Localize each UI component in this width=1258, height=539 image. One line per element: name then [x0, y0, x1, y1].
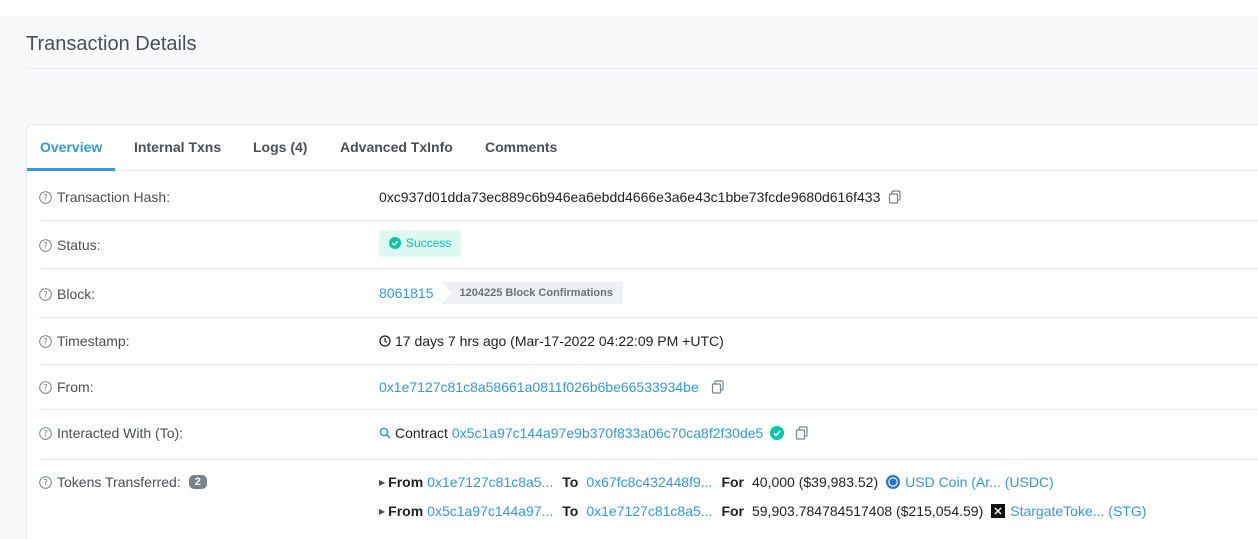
- tab-internal-txns[interactable]: Internal Txns: [134, 139, 221, 155]
- active-tab-indicator: [27, 168, 115, 171]
- question-icon[interactable]: ?: [39, 287, 52, 301]
- search-contract-icon: [379, 427, 391, 439]
- transaction-hash-label: Transaction Hash:: [57, 189, 171, 205]
- from-label: From:: [57, 379, 94, 395]
- transfer-from-link[interactable]: 0x1e7127c81c8a5...: [427, 474, 553, 490]
- token-transfers-list: ▶ From 0x1e7127c81c8a5... To 0x67fc8c432…: [379, 472, 1146, 521]
- from-address-link[interactable]: 0x1e7127c81c8a58661a0811f026b6be66533934…: [379, 379, 699, 395]
- clock-icon: [379, 335, 391, 347]
- interacted-with-label: Interacted With (To):: [57, 425, 184, 441]
- transfer-to-link[interactable]: 0x67fc8c432448f9...: [586, 474, 712, 490]
- question-icon[interactable]: ?: [39, 334, 52, 348]
- status-text: Success: [406, 236, 452, 250]
- transaction-hash-value: 0xc937d01dda73ec889c6b946ea6ebdd4666e3a6…: [379, 189, 881, 205]
- transfer-amount: 40,000 ($39,983.52): [752, 474, 879, 490]
- contract-prefix: Contract: [395, 425, 448, 441]
- svg-text:?: ?: [43, 383, 48, 393]
- block-label: Block:: [57, 286, 96, 302]
- from-word: From: [388, 503, 424, 519]
- question-icon[interactable]: ?: [39, 475, 52, 489]
- row-timestamp: ? Timestamp: 17 days 7 hrs ago (Mar-17-2…: [39, 318, 1258, 365]
- svg-text:?: ?: [43, 429, 48, 439]
- question-icon[interactable]: ?: [39, 238, 52, 252]
- title-divider: [26, 68, 1258, 69]
- page-title: Transaction Details: [26, 33, 197, 55]
- svg-text:?: ?: [43, 478, 48, 488]
- question-icon[interactable]: ?: [39, 380, 52, 394]
- stg-icon: [991, 504, 1006, 518]
- tab-overview[interactable]: Overview: [40, 139, 102, 155]
- svg-text:?: ?: [43, 290, 48, 300]
- question-icon[interactable]: ?: [39, 426, 52, 440]
- tab-bar: Overview Internal Txns Logs (4) Advanced…: [27, 125, 1258, 171]
- caret-right-icon: ▶: [379, 477, 386, 487]
- copy-icon[interactable]: [888, 190, 902, 204]
- tab-logs[interactable]: Logs (4): [253, 139, 307, 155]
- svg-text:?: ?: [43, 241, 48, 251]
- block-number-link[interactable]: 8061815: [379, 285, 434, 301]
- timestamp-label: Timestamp:: [57, 333, 130, 349]
- svg-text:?: ?: [43, 193, 48, 203]
- check-circle-icon: [389, 237, 401, 249]
- copy-icon[interactable]: [795, 426, 809, 440]
- verified-check-icon: [770, 426, 785, 440]
- caret-right-icon: ▶: [379, 506, 386, 516]
- transfer-to-link[interactable]: 0x1e7127c81c8a5...: [586, 503, 712, 519]
- transfer-from-link[interactable]: 0x5c1a97c144a97...: [427, 503, 553, 519]
- for-word: For: [721, 474, 745, 490]
- transfer-amount: 59,903.784784517408 ($215,054.59): [752, 503, 984, 519]
- token-transfer-item: ▶ From 0x5c1a97c144a97... To 0x1e7127c81…: [379, 501, 1146, 521]
- copy-icon[interactable]: [711, 380, 725, 394]
- status-label: Status:: [57, 237, 101, 253]
- tokens-transferred-label: Tokens Transferred:: [57, 474, 181, 490]
- row-from: ? From: 0x1e7127c81c8a58661a0811f026b6be…: [39, 365, 1258, 410]
- timestamp-value: 17 days 7 hrs ago (Mar-17-2022 04:22:09 …: [395, 333, 724, 349]
- usdc-icon: [886, 475, 901, 489]
- row-block: ? Block: 8061815 1204225 Block Confirmat…: [39, 269, 1258, 318]
- question-icon[interactable]: ?: [39, 190, 52, 204]
- token-transfer-item: ▶ From 0x1e7127c81c8a5... To 0x67fc8c432…: [379, 472, 1054, 492]
- svg-text:?: ?: [43, 337, 48, 347]
- to-word: To: [562, 503, 579, 519]
- row-interacted-with: ? Interacted With (To): Contract 0x5c1a9…: [39, 410, 1258, 460]
- token-link[interactable]: StargateToke... (STG): [1010, 503, 1146, 519]
- tokens-count-badge: 2: [188, 475, 207, 489]
- transaction-card: Overview Internal Txns Logs (4) Advanced…: [26, 124, 1258, 539]
- tab-comments[interactable]: Comments: [485, 139, 557, 155]
- from-word: From: [388, 474, 424, 490]
- contract-address-link[interactable]: 0x5c1a97c144a97e9b370f833a06c70ca8f2f30d…: [452, 425, 763, 441]
- tab-advanced-txinfo[interactable]: Advanced TxInfo: [340, 139, 453, 155]
- top-bar: [0, 0, 1258, 16]
- row-tokens-transferred: ? Tokens Transferred: 2 ▶ From 0x1e7127c…: [39, 460, 1258, 539]
- row-transaction-hash: ? Transaction Hash: 0xc937d01dda73ec889c…: [39, 172, 1258, 221]
- row-status: ? Status: Success: [39, 221, 1258, 269]
- block-confirmations-badge: 1204225 Block Confirmations: [441, 282, 623, 304]
- status-badge: Success: [379, 230, 462, 257]
- for-word: For: [721, 503, 745, 519]
- token-link[interactable]: USD Coin (Ar... (USDC): [905, 474, 1054, 490]
- to-word: To: [562, 474, 579, 490]
